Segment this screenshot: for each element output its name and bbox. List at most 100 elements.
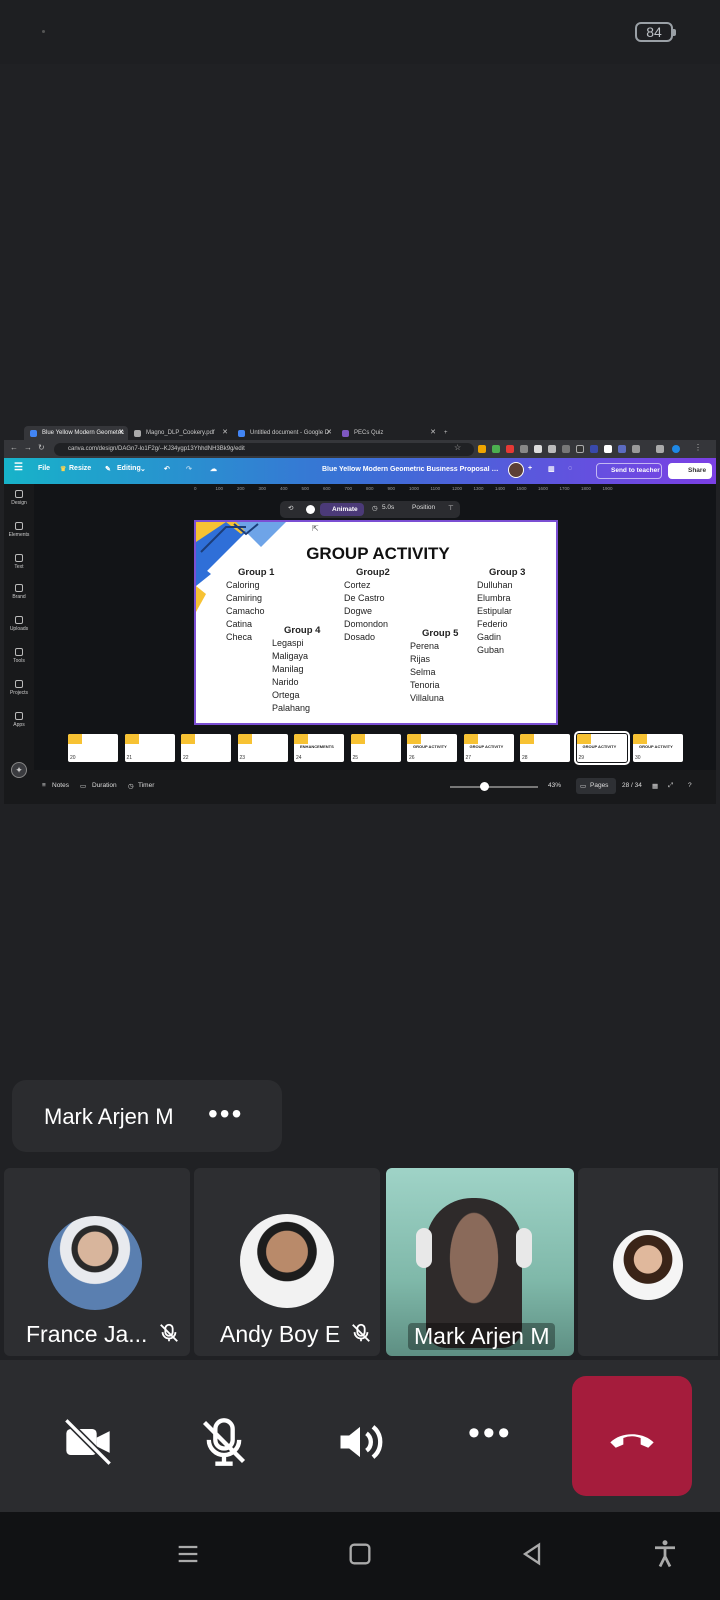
analytics-icon[interactable]: ▥	[548, 465, 555, 473]
new-tab-icon[interactable]: +	[440, 426, 454, 440]
page-thumbnail[interactable]: 20	[68, 734, 118, 762]
undo-icon[interactable]: ↶	[164, 465, 170, 473]
participant-tile[interactable]: France Ja...	[4, 1168, 190, 1356]
paint-roller-icon[interactable]: ⊤	[448, 504, 454, 512]
extension-icon[interactable]	[618, 445, 626, 453]
rotate-icon[interactable]: ⟲	[288, 504, 293, 512]
sidebar-item-elements[interactable]: Elements	[4, 522, 34, 538]
puzzle-icon[interactable]	[632, 445, 640, 453]
sidebar-item-apps[interactable]: Apps	[4, 712, 34, 728]
browser-tab[interactable]: PECs Quiz ✕	[336, 426, 440, 440]
member-name: Gadin	[477, 632, 502, 642]
share-button[interactable]: Share	[668, 463, 712, 479]
page-thumbnail[interactable]: 21	[124, 734, 175, 762]
close-tab-icon[interactable]: ✕	[326, 426, 332, 440]
hamburger-icon[interactable]: ☰	[14, 462, 23, 473]
extension-icon[interactable]	[562, 445, 570, 453]
zoom-slider-handle[interactable]	[480, 782, 489, 791]
extension-icon[interactable]	[520, 445, 528, 453]
call-controls: •••	[0, 1360, 720, 1512]
page-thumbnail[interactable]: 28	[520, 734, 570, 762]
home-icon[interactable]	[346, 1540, 374, 1568]
mic-off-icon[interactable]	[198, 1416, 250, 1468]
download-icon[interactable]	[656, 445, 664, 453]
participant-tile[interactable]: Andy Boy E	[194, 1168, 380, 1356]
page-thumbnail[interactable]: GROUP ACTIVITY 26	[407, 734, 457, 762]
more-options-icon[interactable]: •••	[468, 1414, 513, 1453]
zoom-slider[interactable]	[450, 786, 538, 788]
file-menu[interactable]: File	[38, 465, 50, 472]
participant-tile[interactable]	[578, 1168, 718, 1356]
document-title[interactable]: Blue Yellow Modern Geometric Business Pr…	[322, 466, 502, 473]
extension-icon[interactable]	[590, 445, 598, 453]
browser-tab[interactable]: Magno_DLP_Cookery.pdf ✕	[128, 426, 232, 440]
send-to-teacher-button[interactable]: Send to teacher	[596, 463, 662, 479]
extension-icon[interactable]	[576, 445, 584, 453]
animate-button[interactable]: Animate	[320, 503, 364, 516]
browser-tab[interactable]: Untitled document - Google D ✕	[232, 426, 336, 440]
text-icon	[15, 554, 23, 562]
sidebar-item-projects[interactable]: Projects	[4, 680, 34, 696]
extension-icon[interactable]	[478, 445, 486, 453]
extension-icon[interactable]	[604, 445, 612, 453]
extension-icon[interactable]	[548, 445, 556, 453]
page-thumbnail[interactable]: ENHANCEMENTS 24	[294, 734, 344, 762]
notes-button[interactable]: Notes	[52, 782, 69, 789]
color-swatch[interactable]	[306, 505, 315, 514]
extension-icon[interactable]	[492, 445, 500, 453]
camera-off-icon[interactable]	[62, 1416, 114, 1468]
sidebar-item-design[interactable]: Design	[4, 490, 34, 506]
extension-icon[interactable]	[506, 445, 514, 453]
page-thumbnail[interactable]: 25	[350, 734, 401, 762]
member-name: Checa	[226, 632, 253, 642]
resize-menu[interactable]: Resize	[69, 465, 91, 472]
active-speaker-chip[interactable]: Mark Arjen M •••	[12, 1080, 282, 1152]
duration-button[interactable]: Duration	[92, 782, 117, 789]
pages-button[interactable]: Pages	[590, 782, 608, 789]
extension-icon[interactable]	[534, 445, 542, 453]
editing-menu[interactable]: Editing	[117, 465, 141, 472]
participant-video-tile[interactable]: Mark Arjen M	[386, 1168, 574, 1356]
forward-icon[interactable]: →	[24, 443, 32, 452]
page-thumbnail[interactable]: GROUP ACTIVITY 27	[463, 734, 514, 762]
recent-apps-icon[interactable]	[174, 1540, 202, 1568]
redo-icon[interactable]: ↷	[186, 465, 192, 473]
sidebar-item-uploads[interactable]: Uploads	[4, 616, 34, 632]
reload-icon[interactable]: ↻	[38, 443, 45, 452]
add-collaborator-icon[interactable]: +	[528, 465, 532, 472]
close-tab-icon[interactable]: ✕	[222, 426, 228, 440]
page-thumbnail[interactable]: 23	[237, 734, 288, 762]
back-icon[interactable]: ←	[10, 443, 18, 452]
fullscreen-icon[interactable]: ⤢	[668, 782, 673, 790]
close-tab-icon[interactable]: ✕	[430, 426, 436, 440]
profile-avatar[interactable]	[672, 445, 680, 453]
accessibility-icon[interactable]	[650, 1538, 680, 1570]
duration-button[interactable]: 5.0s	[382, 504, 394, 511]
comment-icon[interactable]: ◌	[568, 465, 572, 472]
page-thumbnail[interactable]: GROUP ACTIVITY 30	[633, 734, 683, 762]
end-call-button[interactable]	[572, 1376, 692, 1496]
page-thumbnail[interactable]: 22	[181, 734, 231, 762]
page-thumbnail[interactable]: GROUP ACTIVITY 29	[573, 731, 630, 765]
slide-canvas[interactable]: GROUP ACTIVITY Group 1 Caloring Camiring…	[194, 520, 558, 725]
zoom-level[interactable]: 43%	[548, 782, 561, 789]
more-options-icon[interactable]: •••	[208, 1098, 243, 1130]
speaker-icon[interactable]	[334, 1416, 386, 1468]
grid-view-icon[interactable]: ▦	[652, 782, 658, 790]
url-input[interactable]: canva.com/design/DAGn7-lo1F2g/--KJ34ygp1…	[54, 443, 474, 456]
sidebar-item-tools[interactable]: Tools	[4, 648, 34, 664]
help-icon[interactable]: ?	[688, 782, 692, 789]
sidebar-label: Brand	[12, 594, 26, 600]
position-button[interactable]: Position	[412, 504, 435, 511]
sidebar-item-brand[interactable]: Brand	[4, 584, 34, 600]
timer-button[interactable]: Timer	[138, 782, 154, 789]
user-avatar[interactable]	[508, 462, 524, 478]
browser-menu-icon[interactable]: ⋮	[694, 443, 702, 452]
magic-button[interactable]: ✦	[4, 762, 34, 778]
back-icon[interactable]	[518, 1540, 546, 1568]
browser-tab[interactable]: Blue Yellow Modern Geometric ✕	[24, 426, 128, 440]
hang-up-icon	[610, 1434, 654, 1448]
bookmark-star-icon[interactable]: ☆	[454, 443, 461, 452]
sidebar-item-text[interactable]: Text	[4, 554, 34, 570]
close-tab-icon[interactable]: ✕	[118, 426, 124, 440]
